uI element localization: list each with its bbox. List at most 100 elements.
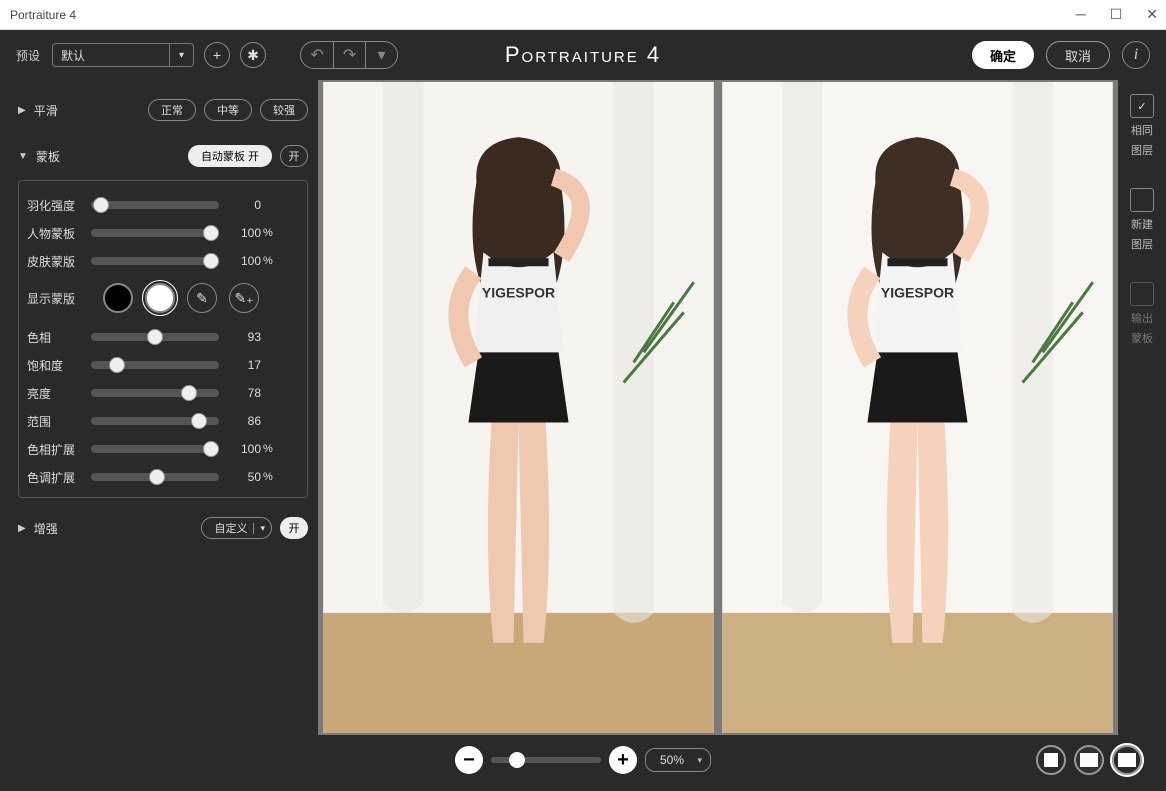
range-row: 范围 86 — [27, 407, 299, 435]
person-mask-row: 人物蒙板 100 % — [27, 219, 299, 247]
preset-label: 预设 — [16, 47, 40, 64]
undo-redo-group: ↶ ↷ ▾ — [300, 41, 398, 69]
hue-value: 93 — [231, 330, 261, 344]
feather-slider[interactable] — [91, 201, 219, 209]
sat-value: 17 — [231, 358, 261, 372]
collapse-icon: ▶ — [18, 105, 26, 116]
mask-black-swatch[interactable] — [103, 283, 133, 313]
smoothing-header[interactable]: ▶ 平滑 正常 中等 较强 — [18, 90, 308, 130]
zoom-out-button[interactable]: − — [455, 746, 483, 774]
person-mask-slider[interactable] — [91, 229, 219, 237]
enhance-on-toggle[interactable]: 开 — [280, 517, 308, 539]
sat-label: 饱和度 — [27, 357, 91, 374]
range-value: 86 — [231, 414, 261, 428]
lit-row: 亮度 78 — [27, 379, 299, 407]
enhance-header[interactable]: ▶ 增强 自定义 ▾ 开 — [18, 508, 308, 548]
undo-button[interactable]: ↶ — [301, 42, 333, 68]
skin-mask-slider[interactable] — [91, 257, 219, 265]
svg-text:YIGESPOR: YIGESPOR — [881, 284, 954, 300]
preview-area: YIGESPOR — [318, 80, 1118, 735]
skin-mask-row: 皮肤蒙版 100 % — [27, 247, 299, 275]
close-button[interactable]: ✕ — [1146, 6, 1158, 23]
hue-row: 色相 93 — [27, 323, 299, 351]
window-controls: ─ ☐ ✕ — [1076, 6, 1158, 23]
preview-after[interactable]: YIGESPOR — [719, 82, 1116, 733]
skin-mask-label: 皮肤蒙版 — [27, 253, 91, 270]
enhance-title: 增强 — [34, 520, 58, 537]
auto-mask-toggle[interactable]: 自动蒙板 开 — [188, 145, 272, 167]
toneext-value: 50 — [231, 470, 261, 484]
redo-button[interactable]: ↷ — [333, 42, 365, 68]
show-mask-label: 显示蒙版 — [27, 290, 91, 307]
mask-white-swatch[interactable] — [145, 283, 175, 313]
check-icon: ✓ — [1130, 94, 1154, 118]
add-preset-button[interactable]: + — [204, 42, 230, 68]
view-single[interactable] — [1036, 745, 1066, 775]
preset-dropdown[interactable]: 默认 ▾ — [52, 43, 194, 67]
mask-header[interactable]: ▼ 蒙板 自动蒙板 开 开 — [18, 136, 308, 176]
smoothing-title: 平滑 — [34, 102, 58, 119]
hueext-row: 色相扩展 100 % — [27, 435, 299, 463]
smoothing-normal[interactable]: 正常 — [148, 99, 196, 121]
new-layer-option[interactable]: 新建 图层 — [1130, 188, 1154, 252]
toneext-label: 色调扩展 — [27, 469, 91, 486]
sat-row: 饱和度 17 — [27, 351, 299, 379]
feather-row: 羽化强度 0 — [27, 191, 299, 219]
hueext-slider[interactable] — [91, 445, 219, 453]
toneext-slider[interactable] — [91, 473, 219, 481]
zoom-controls: − + 50%▾ — [455, 746, 711, 774]
preset-settings-button[interactable]: ✱ — [240, 42, 266, 68]
collapse-icon: ▶ — [18, 523, 26, 534]
chevron-down-icon: ▾ — [170, 43, 194, 67]
range-slider[interactable] — [91, 417, 219, 425]
same-layer-option[interactable]: ✓ 相同 图层 — [1130, 94, 1154, 158]
hue-label: 色相 — [27, 329, 91, 346]
feather-label: 羽化强度 — [27, 197, 91, 214]
view-mode-buttons — [1036, 745, 1142, 775]
chevron-down-icon: ▾ — [697, 755, 702, 766]
hueext-value: 100 — [231, 442, 261, 456]
svg-text:YIGESPOR: YIGESPOR — [482, 284, 555, 300]
zoom-in-button[interactable]: + — [609, 746, 637, 774]
right-rail: ✓ 相同 图层 新建 图层 输出 蒙板 — [1118, 80, 1166, 735]
brand-title: Portraiture 4 — [505, 42, 661, 68]
window-title: Portraiture 4 — [10, 8, 76, 22]
photo-after: YIGESPOR — [719, 82, 1116, 733]
view-split-horizontal[interactable] — [1074, 745, 1104, 775]
mask-title: 蒙板 — [36, 148, 60, 165]
smoothing-strong[interactable]: 较强 — [260, 99, 308, 121]
mask-panel: 羽化强度 0 人物蒙板 100 % 皮肤蒙版 100 % — [18, 180, 308, 498]
view-split-vertical[interactable] — [1112, 745, 1142, 775]
person-mask-value: 100 — [231, 226, 261, 240]
chevron-down-icon: ▾ — [253, 523, 265, 534]
enhance-custom[interactable]: 自定义 ▾ — [201, 517, 272, 539]
ok-button[interactable]: 确定 — [972, 41, 1034, 69]
lit-label: 亮度 — [27, 385, 91, 402]
skin-mask-value: 100 — [231, 254, 261, 268]
output-mask-option[interactable]: 输出 蒙板 — [1130, 282, 1154, 346]
sat-slider[interactable] — [91, 361, 219, 369]
preview-before[interactable]: YIGESPOR — [320, 82, 717, 733]
hueext-label: 色相扩展 — [27, 441, 91, 458]
feather-value: 0 — [231, 198, 261, 212]
toneext-row: 色调扩展 50 % — [27, 463, 299, 491]
eyedropper-plus-icon[interactable]: ✎₊ — [229, 283, 259, 313]
lit-slider[interactable] — [91, 389, 219, 397]
history-dropdown[interactable]: ▾ — [365, 42, 397, 68]
minimize-button[interactable]: ─ — [1076, 6, 1086, 23]
photo-before: YIGESPOR — [320, 82, 717, 733]
range-label: 范围 — [27, 413, 91, 430]
mask-on-toggle[interactable]: 开 — [280, 145, 308, 167]
eyedropper-minus-icon[interactable]: ✎ — [187, 283, 217, 313]
zoom-value-dropdown[interactable]: 50%▾ — [645, 748, 711, 772]
zoom-slider[interactable] — [491, 757, 601, 763]
preset-value: 默认 — [52, 43, 170, 67]
show-mask-row: 显示蒙版 ✎ ✎₊ — [27, 275, 299, 323]
cancel-button[interactable]: 取消 — [1046, 41, 1110, 69]
hue-slider[interactable] — [91, 333, 219, 341]
person-mask-label: 人物蒙板 — [27, 225, 91, 242]
maximize-button[interactable]: ☐ — [1110, 6, 1123, 23]
smoothing-medium[interactable]: 中等 — [204, 99, 252, 121]
expand-icon: ▼ — [18, 151, 28, 162]
info-button[interactable]: i — [1122, 41, 1150, 69]
